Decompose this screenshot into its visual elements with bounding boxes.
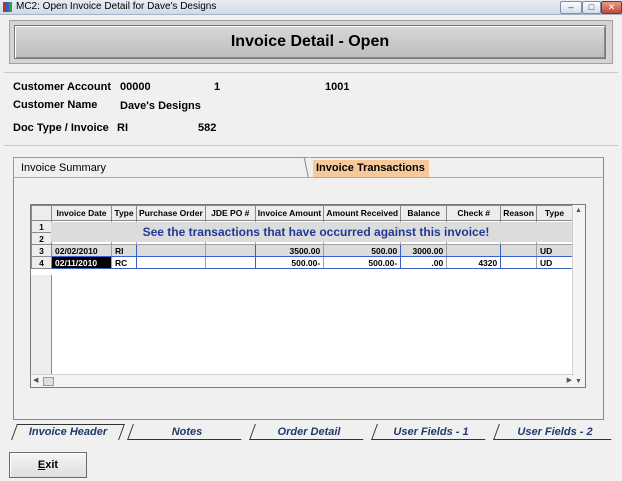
minimize-button[interactable]: – [560, 1, 582, 14]
cell-amount-received[interactable]: 500.00 [323, 244, 402, 257]
doc-type-label: Doc Type / Invoice [13, 122, 109, 134]
cell-invoice-date[interactable]: 02/02/2010 [51, 244, 112, 257]
cell-type[interactable]: RI [111, 244, 137, 257]
page-title: Invoice Detail - Open [14, 25, 606, 59]
column-header[interactable]: Invoice Amount [254, 205, 325, 221]
column-header[interactable]: Invoice Date [51, 205, 112, 221]
tab-order-detail[interactable]: Order Detail [252, 424, 366, 440]
scroll-down-icon[interactable]: ▼ [575, 378, 582, 385]
cell-check-number[interactable]: 4320 [446, 256, 502, 269]
doc-type-value: RI [117, 122, 128, 134]
customer-name-value: Dave's Designs [120, 100, 201, 112]
customer-name-label: Customer Name [13, 99, 98, 111]
tab-label: Invoice Summary [21, 162, 106, 174]
cell-balance[interactable]: .00 [400, 256, 448, 269]
column-header[interactable]: Type [111, 205, 137, 221]
banner-frame: Invoice Detail - Open [9, 20, 613, 64]
tab-invoice-header[interactable]: Invoice Header [14, 424, 122, 440]
tab-invoice-summary[interactable]: Invoice Summary [13, 157, 309, 178]
transactions-grid[interactable]: Invoice Date Type Purchase Order JDE PO … [30, 204, 586, 388]
scroll-up-icon[interactable]: ▲ [575, 207, 582, 214]
title-bar: MC2: Open Invoice Detail for Dave's Desi… [0, 0, 622, 15]
maximize-button[interactable]: □ [582, 1, 601, 14]
cell-jde-po[interactable] [204, 244, 256, 257]
cell-check-number[interactable] [446, 244, 502, 257]
divider [4, 145, 618, 146]
cell-purchase-order[interactable] [136, 256, 206, 269]
column-header[interactable]: Type [535, 205, 573, 221]
scroll-thumb[interactable] [43, 377, 54, 386]
tab-invoice-transactions[interactable]: Invoice Transactions [303, 157, 604, 179]
cell-type-2[interactable]: UD [535, 244, 573, 257]
tab-label: Invoice Transactions [313, 160, 429, 178]
exit-label: xit [45, 459, 59, 471]
customer-account-label: Customer Account [13, 81, 111, 93]
row-number: 4 [31, 256, 52, 269]
row-number: 2 [31, 232, 52, 245]
invoice-number-value: 582 [198, 122, 217, 134]
row-number: 1 [31, 220, 52, 233]
vertical-scrollbar[interactable]: ▲ ▼ [572, 205, 585, 387]
close-button[interactable]: ✕ [601, 1, 622, 14]
row-number: 3 [31, 244, 52, 257]
cell-jde-po[interactable] [204, 256, 256, 269]
scroll-left-icon[interactable]: ◀ [33, 376, 38, 384]
scroll-right-icon[interactable]: ▶ [567, 376, 572, 384]
cell-type[interactable]: RC [111, 256, 137, 269]
horizontal-scrollbar[interactable]: ◀ ▶ [31, 374, 574, 387]
table-row[interactable]: 3 02/02/2010 RI 3500.00 500.00 3000.00 U… [31, 244, 585, 257]
window-title: MC2: Open Invoice Detail for Dave's Desi… [16, 1, 217, 12]
cell-invoice-amount[interactable]: 500.00- [254, 256, 325, 269]
cell-type-2[interactable]: UD [535, 256, 573, 269]
cell-invoice-date[interactable]: 02/11/2010 [51, 256, 112, 269]
column-header[interactable]: Amount Received [323, 205, 402, 221]
column-header[interactable]: Reason [500, 205, 537, 221]
grid-message: See the transactions that have occurred … [51, 222, 581, 242]
customer-account-value-1: 00000 [120, 81, 151, 93]
divider [4, 72, 618, 73]
row-header-strip [31, 275, 52, 385]
column-header[interactable]: Purchase Order [136, 205, 206, 221]
table-row[interactable]: 4 02/11/2010 RC 500.00- 500.00- .00 4320… [31, 256, 585, 269]
column-header[interactable]: Check # [446, 205, 502, 221]
cell-purchase-order[interactable] [136, 244, 206, 257]
cell-balance[interactable]: 3000.00 [400, 244, 448, 257]
customer-account-value-3: 1001 [325, 81, 350, 93]
tab-user-fields-1[interactable]: User Fields - 1 [374, 424, 488, 440]
cell-amount-received[interactable]: 500.00- [323, 256, 402, 269]
cell-reason[interactable] [500, 244, 537, 257]
column-header[interactable]: Balance [400, 205, 448, 221]
header-row: Invoice Date Type Purchase Order JDE PO … [31, 205, 585, 221]
cell-reason[interactable] [500, 256, 537, 269]
customer-account-value-2: 1 [214, 81, 221, 93]
tab-notes[interactable]: Notes [130, 424, 244, 440]
column-header[interactable]: JDE PO # [204, 205, 256, 221]
app-icon [3, 2, 12, 12]
cell-invoice-amount[interactable]: 3500.00 [254, 244, 325, 257]
tab-user-fields-2[interactable]: User Fields - 2 [496, 424, 614, 440]
exit-button[interactable]: Exit [9, 452, 87, 478]
corner-cell [31, 205, 52, 221]
